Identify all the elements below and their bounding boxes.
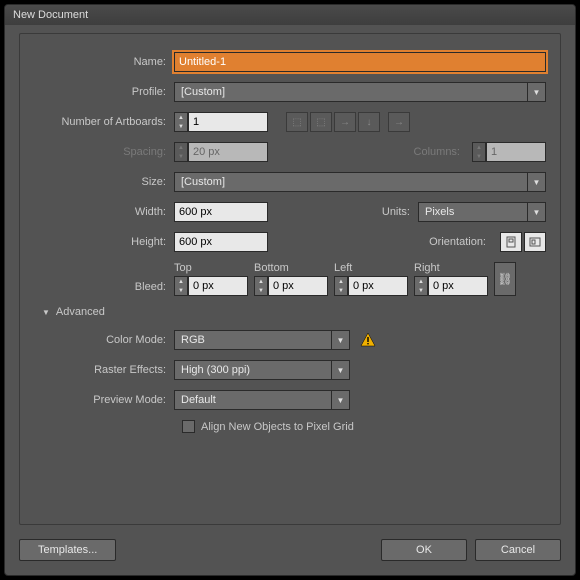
- arrange-icons: ⬚ ⬚ → ↓ →: [286, 112, 410, 132]
- bleed-right-stepper[interactable]: ▲▼: [414, 276, 488, 296]
- row-down-icon[interactable]: ↓: [358, 112, 380, 132]
- bleed-left-input[interactable]: [348, 276, 408, 296]
- new-document-dialog: New Document Name: Profile: [Custom] ▼ N…: [4, 4, 576, 576]
- advanced-section[interactable]: ▼ Advanced: [42, 306, 546, 318]
- preview-label: Preview Mode:: [34, 394, 174, 406]
- up-icon: ▲: [175, 143, 187, 152]
- profile-label: Profile:: [34, 86, 174, 98]
- bleed-label: Bleed:: [34, 281, 174, 293]
- up-icon: ▲: [175, 113, 187, 122]
- chevron-down-icon: ▼: [528, 202, 546, 222]
- row-right-icon[interactable]: →: [334, 112, 356, 132]
- arrow-right-icon[interactable]: →: [388, 112, 410, 132]
- preview-value: Default: [174, 390, 332, 410]
- artboards-stepper[interactable]: ▲▼: [174, 112, 268, 132]
- landscape-button[interactable]: [524, 232, 546, 252]
- width-label: Width:: [34, 206, 174, 218]
- preview-dropdown[interactable]: Default ▼: [174, 390, 350, 410]
- templates-button[interactable]: Templates...: [19, 539, 116, 561]
- chevron-down-icon: ▼: [528, 172, 546, 192]
- spacing-stepper: ▲▼: [174, 142, 268, 162]
- columns-label: Columns:: [414, 146, 468, 158]
- colormode-dropdown[interactable]: RGB ▼: [174, 330, 350, 350]
- size-label: Size:: [34, 176, 174, 188]
- spacing-input: [188, 142, 268, 162]
- align-label: Align New Objects to Pixel Grid: [201, 421, 354, 433]
- cancel-button[interactable]: Cancel: [475, 539, 561, 561]
- artboards-label: Number of Artboards:: [34, 116, 174, 128]
- units-value: Pixels: [418, 202, 528, 222]
- bleed-bottom-input[interactable]: [268, 276, 328, 296]
- bleed-left-stepper[interactable]: ▲▼: [334, 276, 408, 296]
- raster-dropdown[interactable]: High (300 ppi) ▼: [174, 360, 350, 380]
- units-dropdown[interactable]: Pixels ▼: [418, 202, 546, 222]
- orientation-label: Orientation:: [429, 236, 494, 248]
- window-title: New Document: [13, 9, 88, 21]
- name-input[interactable]: [174, 52, 546, 72]
- link-icon[interactable]: ⛓: [494, 262, 516, 296]
- checkbox-box: [182, 420, 195, 433]
- chevron-down-icon: ▼: [332, 330, 350, 350]
- grid-row-icon[interactable]: ⬚: [286, 112, 308, 132]
- down-icon: ▼: [175, 152, 187, 161]
- width-input[interactable]: [174, 202, 268, 222]
- chevron-down-icon: ▼: [332, 360, 350, 380]
- dialog-body: Name: Profile: [Custom] ▼ Number of Artb…: [19, 33, 561, 525]
- bleed-top-label: Top: [174, 262, 248, 274]
- raster-value: High (300 ppi): [174, 360, 332, 380]
- portrait-button[interactable]: [500, 232, 522, 252]
- bleed-left-label: Left: [334, 262, 408, 274]
- spacing-label: Spacing:: [34, 146, 174, 158]
- advanced-label: Advanced: [56, 306, 105, 318]
- chevron-down-icon: ▼: [332, 390, 350, 410]
- columns-input: [486, 142, 546, 162]
- grid-col-icon[interactable]: ⬚: [310, 112, 332, 132]
- bleed-top-stepper[interactable]: ▲▼: [174, 276, 248, 296]
- chevron-down-icon: ▼: [528, 82, 546, 102]
- warning-icon: [360, 332, 376, 348]
- profile-value: [Custom]: [174, 82, 528, 102]
- height-label: Height:: [34, 236, 174, 248]
- ok-button[interactable]: OK: [381, 539, 467, 561]
- colormode-value: RGB: [174, 330, 332, 350]
- disclosure-triangle-icon: ▼: [42, 308, 50, 317]
- bleed-bottom-stepper[interactable]: ▲▼: [254, 276, 328, 296]
- align-checkbox[interactable]: Align New Objects to Pixel Grid: [182, 420, 546, 433]
- bleed-right-label: Right: [414, 262, 488, 274]
- up-icon: ▲: [473, 143, 485, 152]
- profile-dropdown[interactable]: [Custom] ▼: [174, 82, 546, 102]
- artboards-input[interactable]: [188, 112, 268, 132]
- height-input[interactable]: [174, 232, 268, 252]
- bleed-top-input[interactable]: [188, 276, 248, 296]
- down-icon: ▼: [175, 122, 187, 131]
- units-label: Units:: [382, 206, 418, 218]
- columns-stepper: ▲▼: [472, 142, 546, 162]
- titlebar[interactable]: New Document: [5, 5, 575, 25]
- size-value: [Custom]: [174, 172, 528, 192]
- name-label: Name:: [34, 56, 174, 68]
- colormode-label: Color Mode:: [34, 334, 174, 346]
- raster-label: Raster Effects:: [34, 364, 174, 376]
- bleed-bottom-label: Bottom: [254, 262, 328, 274]
- size-dropdown[interactable]: [Custom] ▼: [174, 172, 546, 192]
- down-icon: ▼: [473, 152, 485, 161]
- bleed-right-input[interactable]: [428, 276, 488, 296]
